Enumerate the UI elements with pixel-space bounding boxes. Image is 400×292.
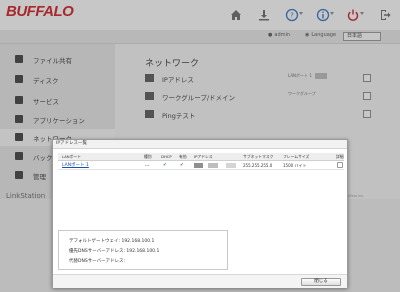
type-cell: --- [145, 163, 150, 168]
column-header: サブネットマスク [243, 154, 274, 159]
ip-address-block [194, 163, 203, 168]
subnet-cell: 255.255.255.0 [243, 163, 273, 168]
column-header: 種別 [144, 154, 152, 159]
dns1-label: 優先DNSサーバーアドレス: [69, 249, 125, 254]
lan-port-link[interactable]: LANポート 1 [62, 162, 89, 168]
gateway-line: デフォルトゲートウェイ: 192.168.100.1 [69, 238, 154, 244]
frame-size-cell: 1500 バイト [283, 163, 307, 168]
detail-button[interactable] [337, 162, 343, 168]
table-header: LANポート 種別 DHCP 有効 IPアドレス サブネットマスク フレームサイ… [58, 153, 344, 161]
enabled-check-icon: ✔ [180, 163, 184, 168]
dialog-title: IPアドレス一覧 [53, 140, 347, 149]
close-button[interactable]: 閉じる [301, 278, 341, 286]
column-header: IPアドレス [194, 154, 213, 159]
column-header: LANポート [62, 154, 82, 159]
ip-address-block [226, 163, 236, 168]
dns1-value: 192.168.100.1 [126, 249, 160, 254]
dns1-line: 優先DNSサーバーアドレス: 192.168.100.1 [69, 248, 159, 254]
column-header: 有効 [179, 154, 187, 159]
gateway-value: 192.168.100.1 [121, 239, 155, 244]
ip-address-block [208, 163, 218, 168]
dns2-line: 代替DNSサーバーアドレス: [69, 258, 125, 264]
dns2-label: 代替DNSサーバーアドレス: [69, 259, 125, 264]
dialog-footer: 閉じる [53, 274, 347, 288]
gateway-dns-info: デフォルトゲートウェイ: 192.168.100.1 優先DNSサーバーアドレス… [58, 230, 228, 270]
column-header: DHCP [161, 154, 172, 159]
gateway-label: デフォルトゲートウェイ: [69, 239, 121, 244]
column-header: フレームサイズ [283, 154, 310, 159]
dhcp-check-icon: ✔ [163, 163, 167, 168]
ip-address-list-dialog: IPアドレス一覧 LANポート 種別 DHCP 有効 IPアドレス サブネットマ… [52, 139, 348, 288]
column-header: 詳細 [336, 154, 344, 159]
table-row: LANポート 1 --- ✔ ✔ 255.255.255.0 1500 バイト [58, 161, 344, 170]
